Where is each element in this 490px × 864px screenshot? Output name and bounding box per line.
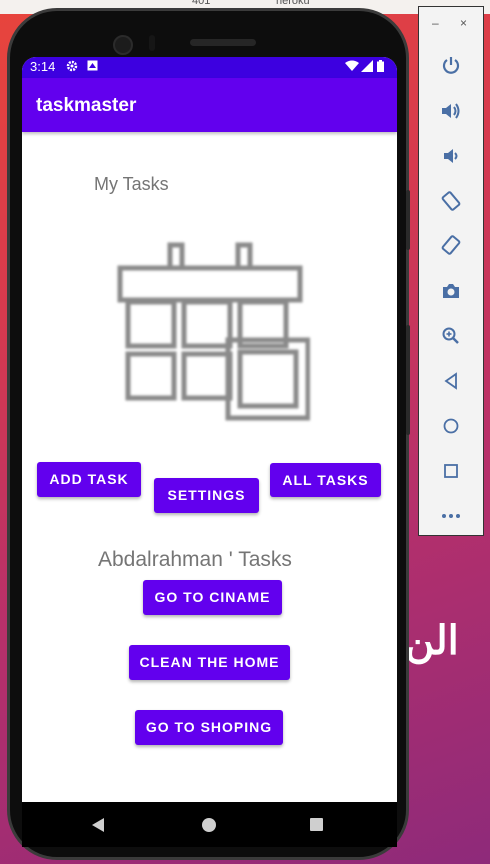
volume-down-icon[interactable]	[432, 139, 470, 173]
status-bar: 3:14	[22, 57, 397, 78]
volume-up-icon[interactable]	[432, 94, 470, 128]
home-icon[interactable]	[432, 409, 470, 443]
phone-power-button	[406, 190, 410, 250]
notification-icon	[87, 60, 98, 74]
nav-recents-icon[interactable]	[310, 818, 323, 831]
task-button-cinema[interactable]: GO TO CINAME	[143, 580, 282, 615]
zoom-icon[interactable]	[432, 319, 470, 353]
rotate-right-icon[interactable]	[432, 228, 470, 262]
settings-button[interactable]: SETTINGS	[154, 478, 259, 513]
phone-speaker	[190, 39, 256, 46]
signal-icon	[361, 60, 373, 75]
phone-screen: 3:14 taskmaster My Tasks ADD TASK SETTIN…	[22, 57, 397, 802]
phone-camera	[113, 35, 133, 55]
overview-icon[interactable]	[432, 454, 470, 488]
app-bar: taskmaster	[22, 78, 397, 132]
app-title: taskmaster	[36, 95, 137, 116]
navigation-bar	[22, 802, 397, 847]
task-button-shopping[interactable]: GO TO SHOPING	[135, 710, 283, 745]
more-icon[interactable]	[432, 499, 470, 533]
settings-gear-icon	[66, 60, 78, 75]
nav-home-icon[interactable]	[202, 818, 216, 832]
user-tasks-heading: Abdalrahman ' Tasks	[98, 548, 292, 571]
task-button-clean-home[interactable]: CLEAN THE HOME	[129, 645, 290, 680]
wifi-icon	[345, 60, 359, 75]
status-time: 3:14	[30, 59, 56, 74]
phone-sensor	[149, 35, 155, 51]
back-icon[interactable]	[432, 364, 470, 398]
my-tasks-heading: My Tasks	[94, 174, 169, 194]
background-label-heroku: heroku	[276, 0, 310, 7]
all-tasks-button[interactable]: ALL TASKS	[270, 463, 381, 497]
camera-icon[interactable]	[432, 274, 470, 308]
minimize-button[interactable]: –	[432, 16, 439, 30]
power-icon[interactable]	[432, 48, 470, 82]
background-label-401: 401	[192, 0, 211, 7]
emulator-panel: – ×	[418, 6, 484, 536]
add-task-button[interactable]: ADD TASK	[37, 462, 141, 497]
nav-back-icon[interactable]	[92, 818, 104, 832]
rotate-left-icon[interactable]	[432, 184, 470, 218]
phone-volume-button	[406, 325, 410, 435]
battery-icon	[377, 60, 384, 75]
background-arabic-text: الن	[405, 619, 459, 663]
close-button[interactable]: ×	[460, 16, 467, 30]
calendar-icon	[110, 240, 311, 430]
